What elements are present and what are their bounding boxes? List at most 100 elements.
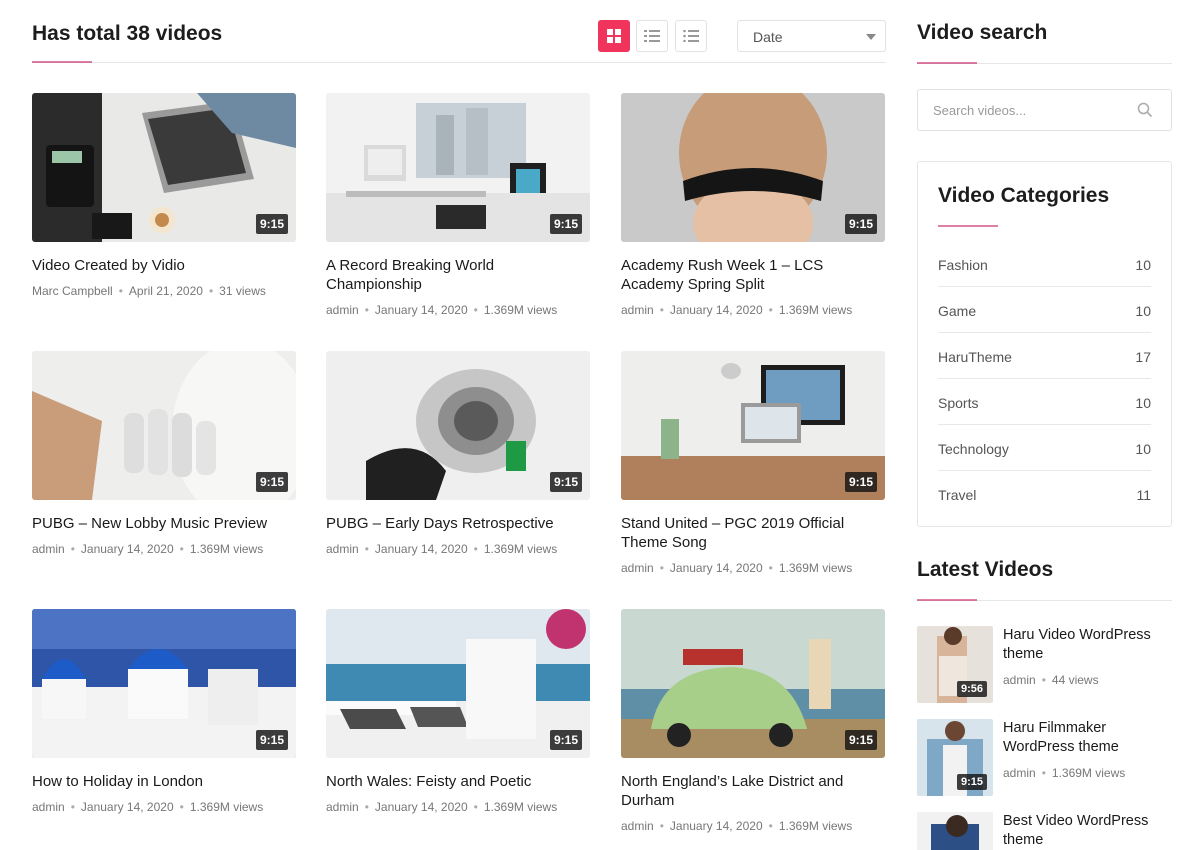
video-title[interactable]: PUBG – New Lobby Music Preview — [32, 514, 296, 533]
latest-video-meta: admin • 44 views — [1003, 673, 1099, 687]
category-name: Technology — [938, 441, 1009, 457]
video-title[interactable]: A Record Breaking World Championship — [326, 256, 590, 294]
list-view-button[interactable] — [636, 20, 668, 52]
category-item-sports[interactable]: Sports 10 — [938, 379, 1151, 425]
duration-badge: 9:15 — [549, 472, 582, 492]
latest-video-title-link[interactable]: Haru Video WordPress theme — [1003, 627, 1151, 662]
latest-video-item[interactable]: 9:56 Haru Video WordPress theme admin • 44… — [917, 626, 1172, 704]
video-title-link[interactable]: How to Holiday in London — [32, 773, 203, 790]
video-views: 1.369M views — [189, 542, 264, 556]
meta-separator: • — [179, 800, 184, 814]
category-item-fashion[interactable]: Fashion 10 — [938, 241, 1151, 287]
video-title-link[interactable]: Academy Rush Week 1 – LCS Academy Spring… — [621, 257, 823, 293]
video-meta: admin • January 14, 2020 • 1.369M views — [621, 303, 852, 317]
video-title[interactable]: PUBG – Early Days Retrospective — [326, 514, 590, 533]
video-title-link[interactable]: North Wales: Feisty and Poetic — [326, 773, 531, 790]
meta-separator: • — [659, 561, 664, 575]
categories-title: Video Categories — [938, 184, 1110, 207]
page-title: Has total 38 videos — [32, 22, 223, 45]
video-title[interactable]: How to Holiday in London — [32, 772, 296, 791]
video-author[interactable]: Marc Campbell — [32, 284, 113, 298]
video-views: 1.369M views — [778, 819, 853, 833]
latest-video-thumbnail[interactable] — [917, 812, 993, 850]
latest-video-title[interactable]: Best Video WordPress theme — [1003, 812, 1172, 850]
video-title-link[interactable]: PUBG – New Lobby Music Preview — [32, 515, 267, 532]
list-view-icon — [644, 30, 660, 42]
category-count: 17 — [1135, 349, 1151, 365]
latest-video-item[interactable]: Best Video WordPress theme — [917, 812, 1172, 850]
video-thumbnail[interactable]: 9:15 — [326, 93, 590, 242]
category-name: Fashion — [938, 257, 988, 273]
category-item-travel[interactable]: Travel 11 — [938, 471, 1151, 517]
video-thumbnail[interactable]: 9:15 — [326, 351, 590, 500]
video-title[interactable]: Video Created by Vidio — [32, 256, 296, 275]
latest-video-item[interactable]: 9:15 Haru Filmmaker WordPress theme admi… — [917, 719, 1172, 797]
video-author[interactable]: admin — [1003, 673, 1036, 687]
latest-video-title-link[interactable]: Haru Filmmaker WordPress theme — [1003, 720, 1119, 755]
category-item-harutheme[interactable]: HaruTheme 17 — [938, 333, 1151, 379]
video-author[interactable]: admin — [326, 542, 359, 556]
duration-badge: 9:15 — [549, 730, 582, 750]
grid-view-button[interactable] — [598, 20, 630, 52]
category-item-technology[interactable]: Technology 10 — [938, 425, 1151, 471]
video-meta: admin • January 14, 2020 • 1.369M views — [32, 542, 263, 556]
video-title[interactable]: Stand United – PGC 2019 Official Theme S… — [621, 514, 885, 552]
video-date: January 14, 2020 — [669, 561, 763, 575]
video-title[interactable]: North England’s Lake District and Durham — [621, 772, 885, 810]
search-input[interactable] — [919, 91, 1129, 129]
video-thumbnail[interactable]: 9:15 — [326, 609, 590, 758]
video-author[interactable]: admin — [1003, 766, 1036, 780]
video-title[interactable]: North Wales: Feisty and Poetic — [326, 772, 590, 791]
search-box — [917, 89, 1172, 131]
video-author[interactable]: admin — [326, 800, 359, 814]
video-views: 31 views — [219, 284, 266, 298]
title-accent-line — [917, 599, 977, 601]
category-name: HaruTheme — [938, 349, 1012, 365]
meta-separator: • — [768, 303, 773, 317]
duration-badge: 9:15 — [844, 214, 877, 234]
video-thumbnail[interactable]: 9:15 — [32, 609, 296, 758]
video-title-link[interactable]: Video Created by Vidio — [32, 257, 185, 274]
video-thumbnail[interactable]: 9:15 — [621, 351, 885, 500]
video-meta: Marc Campbell • April 21, 2020 • 31 views — [32, 284, 266, 298]
title-accent-line — [32, 61, 92, 63]
search-icon[interactable] — [1137, 102, 1153, 118]
latest-video-title-link[interactable]: Best Video WordPress theme — [1003, 813, 1148, 848]
video-title-link[interactable]: PUBG – Early Days Retrospective — [326, 515, 554, 532]
category-count: 10 — [1135, 303, 1151, 319]
video-views: 1.369M views — [483, 303, 558, 317]
meta-separator: • — [364, 542, 369, 556]
video-author[interactable]: admin — [621, 303, 654, 317]
latest-video-title[interactable]: Haru Filmmaker WordPress theme — [1003, 719, 1173, 757]
list-view-alt-button[interactable] — [675, 20, 707, 52]
video-archive: Has total 38 videos Date 9:15 Video Crea… — [32, 0, 886, 850]
video-title-link[interactable]: Stand United – PGC 2019 Official Theme S… — [621, 515, 844, 551]
video-date: January 14, 2020 — [374, 542, 468, 556]
video-thumbnail[interactable]: 9:15 — [32, 351, 296, 500]
video-thumbnail[interactable]: 9:15 — [32, 93, 296, 242]
video-author[interactable]: admin — [326, 303, 359, 317]
video-author[interactable]: admin — [32, 800, 65, 814]
latest-video-thumbnail[interactable]: 9:56 — [917, 626, 993, 703]
category-item-game[interactable]: Game 10 — [938, 287, 1151, 333]
duration-badge: 9:15 — [255, 472, 288, 492]
title-accent-line — [917, 62, 977, 64]
video-title-link[interactable]: North England’s Lake District and Durham — [621, 773, 843, 809]
video-title[interactable]: Academy Rush Week 1 – LCS Academy Spring… — [621, 256, 885, 294]
video-author[interactable]: admin — [32, 542, 65, 556]
sort-select-value: Date — [753, 29, 783, 45]
video-thumbnail[interactable]: 9:15 — [621, 93, 885, 242]
video-thumbnail[interactable]: 9:15 — [621, 609, 885, 758]
duration-badge: 9:15 — [549, 214, 582, 234]
video-author[interactable]: admin — [621, 819, 654, 833]
meta-separator: • — [659, 303, 664, 317]
latest-video-thumbnail[interactable]: 9:15 — [917, 719, 993, 796]
video-title-link[interactable]: A Record Breaking World Championship — [326, 257, 494, 293]
meta-separator: • — [659, 819, 664, 833]
latest-video-title[interactable]: Haru Video WordPress theme — [1003, 626, 1173, 664]
video-date: January 14, 2020 — [374, 800, 468, 814]
category-count: 10 — [1135, 395, 1151, 411]
sort-select[interactable]: Date — [737, 20, 886, 52]
video-author[interactable]: admin — [621, 561, 654, 575]
video-meta: admin • January 14, 2020 • 1.369M views — [326, 800, 557, 814]
